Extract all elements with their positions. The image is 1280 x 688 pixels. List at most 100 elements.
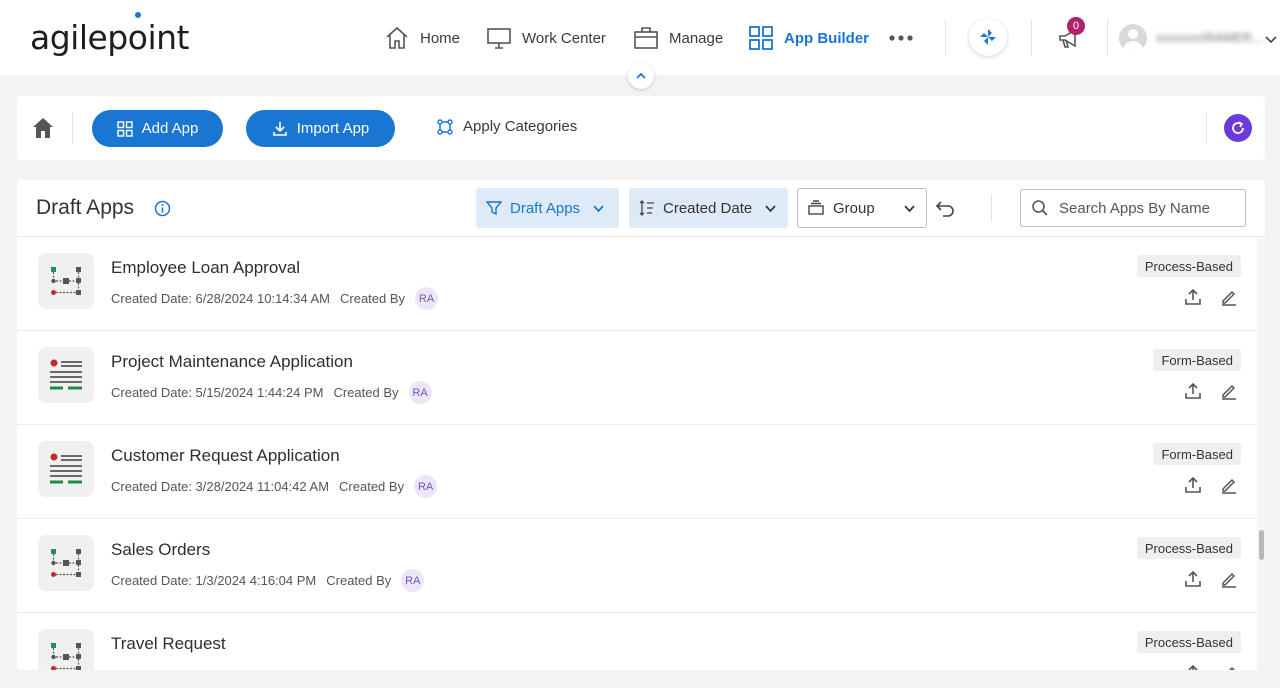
export-icon[interactable] bbox=[1184, 570, 1202, 588]
edit-icon[interactable] bbox=[1220, 476, 1238, 494]
download-icon bbox=[272, 121, 287, 136]
nav-work-center[interactable]: Work Center bbox=[486, 25, 606, 51]
edit-icon[interactable] bbox=[1220, 664, 1238, 670]
refresh-button[interactable] bbox=[1224, 114, 1252, 142]
nav-manage-label: Manage bbox=[669, 29, 724, 47]
nav-app-builder[interactable]: App Builder bbox=[748, 25, 869, 51]
created-by-label: Created By bbox=[340, 291, 406, 306]
scrollbar-track[interactable] bbox=[1257, 237, 1265, 670]
group-select[interactable]: Group bbox=[797, 188, 927, 228]
search-input[interactable] bbox=[1059, 199, 1229, 217]
app-icon bbox=[38, 535, 94, 591]
chevron-down-icon[interactable] bbox=[1264, 32, 1278, 46]
user-avatar[interactable] bbox=[1119, 24, 1147, 52]
nav-work-center-label: Work Center bbox=[522, 29, 606, 47]
app-row[interactable]: Travel Request Created By RA Process-Bas… bbox=[17, 613, 1257, 670]
home-icon[interactable] bbox=[31, 116, 55, 140]
app-type-badge: Process-Based bbox=[1136, 537, 1241, 559]
categories-icon bbox=[437, 118, 453, 135]
app-row[interactable]: Sales Orders Created Date: 1/3/2024 4:16… bbox=[17, 519, 1257, 613]
pinwheel-app-button[interactable] bbox=[969, 18, 1007, 56]
search-box[interactable] bbox=[1020, 189, 1246, 227]
created-date: Created Date: 3/28/2024 11:04:42 AM bbox=[111, 479, 330, 494]
created-by-label: Created By bbox=[339, 479, 405, 494]
creator-avatar[interactable]: RA bbox=[401, 569, 425, 592]
app-meta: Created Date: 3/28/2024 11:04:42 AM Crea… bbox=[111, 475, 438, 498]
import-app-label: Import App bbox=[296, 120, 370, 137]
process-icon bbox=[51, 267, 81, 295]
created-date: Created Date: 1/3/2024 4:16:04 PM bbox=[111, 573, 317, 588]
creator-avatar[interactable]: RA bbox=[415, 287, 439, 310]
more-dots-icon bbox=[889, 35, 913, 41]
app-row[interactable]: Customer Request Application Created Dat… bbox=[17, 425, 1257, 519]
group-label: Group bbox=[833, 199, 875, 217]
export-icon[interactable] bbox=[1184, 476, 1202, 494]
edit-icon[interactable] bbox=[1220, 382, 1238, 400]
form-icon bbox=[50, 453, 82, 484]
nav-app-builder-label: App Builder bbox=[784, 29, 869, 47]
sort-icon bbox=[639, 200, 654, 216]
import-app-button[interactable]: Import App bbox=[246, 110, 395, 147]
nav-divider bbox=[1107, 20, 1108, 56]
nav-home[interactable]: Home bbox=[384, 25, 460, 51]
app-name[interactable]: Customer Request Application bbox=[111, 446, 340, 466]
chevron-down-icon bbox=[593, 204, 604, 212]
app-list: Employee Loan Approval Created Date: 6/2… bbox=[17, 237, 1257, 670]
form-icon bbox=[50, 359, 82, 390]
edit-icon[interactable] bbox=[1220, 570, 1238, 588]
export-icon[interactable] bbox=[1184, 288, 1202, 306]
scrollbar-thumb[interactable] bbox=[1259, 530, 1264, 560]
app-meta: Created Date: 6/28/2024 10:14:34 AM Crea… bbox=[111, 287, 439, 310]
nav-divider bbox=[945, 20, 946, 56]
app-name[interactable]: Employee Loan Approval bbox=[111, 258, 300, 278]
creator-avatar[interactable]: RA bbox=[408, 381, 432, 404]
app-meta: Created Date: 5/15/2024 1:44:24 PM Creat… bbox=[111, 381, 432, 404]
app-row[interactable]: Employee Loan Approval Created Date: 6/2… bbox=[17, 237, 1257, 331]
sort-label: Created Date bbox=[663, 199, 753, 217]
export-icon[interactable] bbox=[1184, 382, 1202, 400]
collapse-nav-button[interactable] bbox=[628, 63, 654, 89]
process-icon bbox=[51, 643, 81, 670]
export-icon[interactable] bbox=[1184, 664, 1202, 670]
toolbar-divider bbox=[1206, 112, 1207, 144]
apply-categories-label: Apply Categories bbox=[463, 118, 578, 135]
nav-home-label: Home bbox=[420, 29, 461, 47]
toolbar-divider bbox=[991, 194, 992, 222]
add-app-button[interactable]: Add App bbox=[92, 110, 223, 147]
created-by-label: Created By bbox=[326, 573, 392, 588]
briefcase-icon bbox=[634, 27, 658, 49]
search-icon bbox=[1032, 200, 1048, 216]
app-type-badge: Form-Based bbox=[1153, 349, 1241, 371]
app-name[interactable]: Project Maintenance Application bbox=[111, 352, 353, 372]
creator-avatar[interactable]: RA bbox=[414, 475, 438, 498]
app-icon bbox=[38, 629, 94, 670]
created-date: Created Date: 5/15/2024 1:44:24 PM bbox=[111, 385, 324, 400]
draft-apps-filter-dropdown[interactable]: Draft Apps bbox=[476, 188, 619, 228]
action-toolbar: Add App Import App Apply Categories bbox=[17, 96, 1265, 160]
nav-divider bbox=[1031, 20, 1032, 56]
filter-label: Draft Apps bbox=[510, 199, 581, 217]
app-icon bbox=[38, 253, 94, 309]
filter-icon bbox=[486, 201, 502, 216]
app-row[interactable]: Project Maintenance Application Created … bbox=[17, 331, 1257, 425]
draft-apps-panel: Draft Apps Draft Apps Created Date Group… bbox=[17, 180, 1265, 670]
app-type-badge: Process-Based bbox=[1136, 255, 1241, 277]
app-name[interactable]: Sales Orders bbox=[111, 540, 210, 560]
info-icon[interactable] bbox=[154, 200, 171, 217]
nav-manage[interactable]: Manage bbox=[633, 25, 723, 51]
sort-created-date-dropdown[interactable]: Created Date bbox=[629, 188, 788, 228]
created-date: Created Date: 6/28/2024 10:14:34 AM bbox=[111, 291, 330, 306]
username[interactable]: xxxxxxx\RAMER... bbox=[1156, 30, 1263, 45]
edit-icon[interactable] bbox=[1220, 288, 1238, 306]
apply-categories-button[interactable]: Apply Categories bbox=[437, 118, 577, 135]
app-type-badge: Process-Based bbox=[1136, 631, 1241, 653]
monitor-icon bbox=[487, 28, 511, 49]
group-icon bbox=[808, 200, 824, 215]
app-name[interactable]: Travel Request bbox=[111, 634, 226, 654]
chevron-down-icon bbox=[904, 204, 915, 212]
agilepoint-logo[interactable]: agilepoint bbox=[30, 12, 189, 57]
notification-badge: 0 bbox=[1067, 17, 1085, 35]
more-menu-button[interactable] bbox=[888, 25, 914, 51]
chevron-down-icon bbox=[765, 204, 776, 212]
reset-icon[interactable] bbox=[935, 199, 955, 217]
